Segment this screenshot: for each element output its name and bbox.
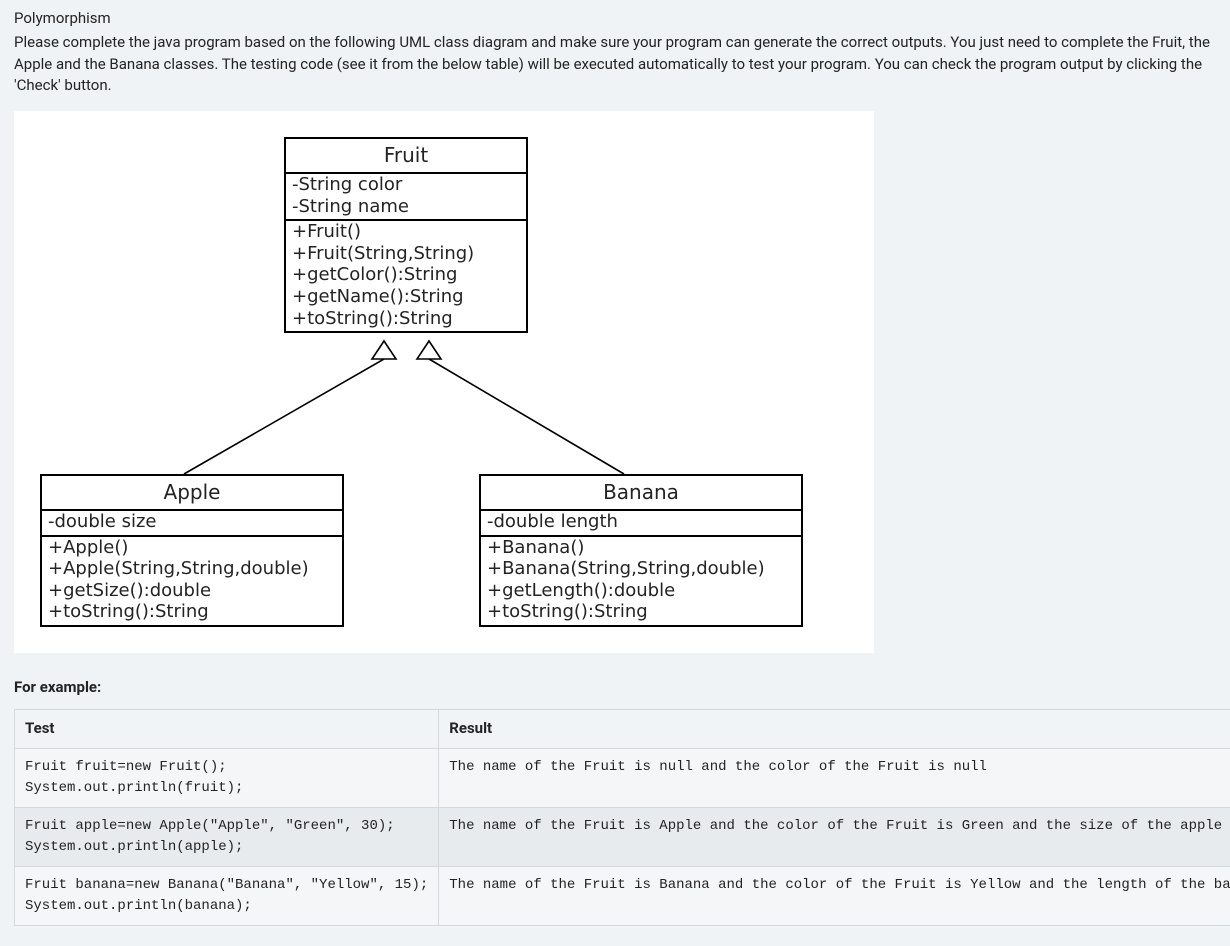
uml-apple-ops: +Apple() +Apple(String,String,double) +g… [42, 535, 342, 625]
uml-fruit-name: Fruit [286, 139, 526, 174]
uml-class-apple: Apple -double size +Apple() +Apple(Strin… [40, 474, 344, 627]
example-table: Test Result Fruit fruit=new Fruit(); Sys… [14, 709, 1230, 926]
table-row: Fruit fruit=new Fruit(); System.out.prin… [15, 748, 1230, 807]
question-description: Please complete the java program based o… [14, 32, 1216, 97]
uml-class-banana: Banana -double length +Banana() +Banana(… [479, 474, 803, 627]
table-row: Fruit banana=new Banana("Banana", "Yello… [15, 866, 1230, 925]
table-row: Fruit apple=new Apple("Apple", "Green", … [15, 807, 1230, 866]
example-label: For example: [14, 677, 1216, 699]
question-block: Polymorphism Please complete the java pr… [0, 0, 1230, 946]
cell-result: The name of the Fruit is null and the co… [439, 748, 1230, 807]
question-title: Polymorphism [14, 8, 1216, 30]
uml-diagram-panel: Fruit -String color -String name +Fruit(… [14, 111, 874, 653]
cell-test: Fruit apple=new Apple("Apple", "Green", … [15, 807, 439, 866]
uml-fruit-attrs: -String color -String name [286, 174, 526, 219]
uml-class-fruit: Fruit -String color -String name +Fruit(… [284, 137, 528, 333]
uml-fruit-ops: +Fruit() +Fruit(String,String) +getColor… [286, 219, 526, 331]
uml-banana-attrs: -double length [481, 511, 801, 535]
cell-test: Fruit banana=new Banana("Banana", "Yello… [15, 866, 439, 925]
header-test: Test [15, 709, 439, 748]
header-result: Result [439, 709, 1230, 748]
cell-result: The name of the Fruit is Apple and the c… [439, 807, 1230, 866]
uml-canvas: Fruit -String color -String name +Fruit(… [24, 129, 814, 629]
table-header-row: Test Result [15, 709, 1230, 748]
uml-apple-attrs: -double size [42, 511, 342, 535]
cell-result: The name of the Fruit is Banana and the … [439, 866, 1230, 925]
uml-banana-name: Banana [481, 476, 801, 511]
cell-test: Fruit fruit=new Fruit(); System.out.prin… [15, 748, 439, 807]
uml-apple-name: Apple [42, 476, 342, 511]
uml-banana-ops: +Banana() +Banana(String,String,double) … [481, 535, 801, 625]
